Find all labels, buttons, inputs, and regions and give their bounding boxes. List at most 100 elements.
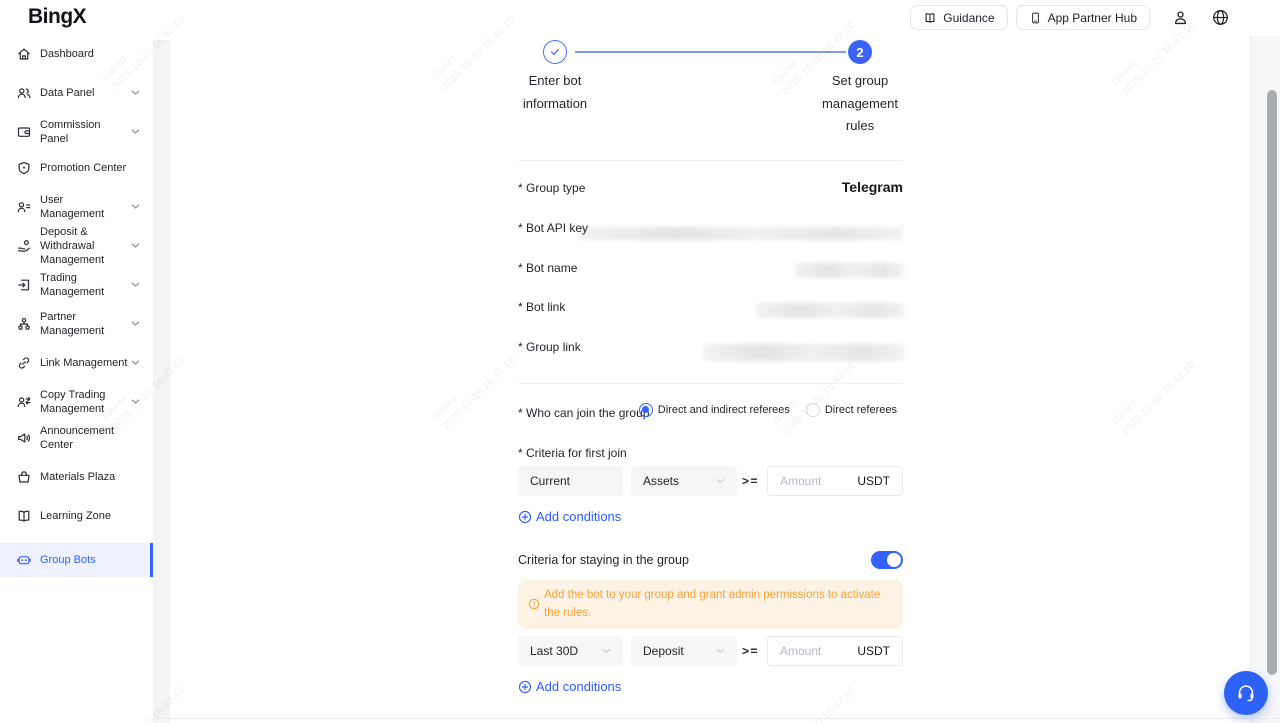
language-button[interactable] bbox=[1210, 8, 1230, 28]
sidebar-item-materials-plaza[interactable]: Materials Plaza bbox=[0, 469, 153, 485]
first-join-range-select[interactable]: Current bbox=[518, 466, 623, 496]
group-type-value: Telegram bbox=[842, 179, 903, 195]
staying-amount-input[interactable] bbox=[780, 644, 851, 658]
watermark: clairez2025-10-20 16:42:10 bbox=[430, 344, 519, 433]
staying-criteria-toggle[interactable] bbox=[871, 551, 903, 569]
sidebar-item-label: Data Panel bbox=[40, 86, 130, 100]
sidebar-item-learning-zone[interactable]: Learning Zone bbox=[0, 508, 153, 524]
active-indicator bbox=[150, 543, 153, 577]
sidebar-item-label: Commission Panel bbox=[40, 118, 130, 146]
group-link-redacted-value bbox=[703, 344, 904, 361]
staying-metric-select[interactable]: Deposit bbox=[631, 636, 737, 666]
sidebar: Dashboard Data Panel Commission Panel Pr… bbox=[0, 36, 153, 723]
account-button[interactable] bbox=[1170, 8, 1190, 28]
first-join-operator: >= bbox=[742, 474, 759, 488]
step-2-number: 2 bbox=[856, 45, 863, 60]
radio-direct-and-indirect-referees[interactable]: Direct and indirect referees bbox=[639, 403, 790, 417]
chevron-down-icon bbox=[131, 320, 140, 327]
sidebar-item-label: Announcement Center bbox=[40, 424, 130, 452]
wallet-icon bbox=[16, 124, 32, 140]
sidebar-item-commission-panel[interactable]: Commission Panel bbox=[0, 124, 153, 140]
guidance-button[interactable]: Guidance bbox=[910, 5, 1007, 30]
step-2-label: Set group management rules bbox=[812, 70, 908, 138]
headset-icon bbox=[1235, 682, 1257, 704]
sidebar-item-partner-management[interactable]: Partner Management bbox=[0, 309, 153, 339]
sidebar-item-label: Link Management bbox=[40, 356, 130, 370]
first-join-currency: USDT bbox=[857, 474, 890, 488]
chevron-down-icon bbox=[131, 359, 140, 366]
sidebar-item-announcement-center[interactable]: Announcement Center bbox=[0, 423, 153, 453]
home-icon bbox=[16, 46, 32, 62]
page-scrollbar-thumb[interactable] bbox=[1267, 90, 1277, 675]
first-join-add-conditions-button[interactable]: Add conditions bbox=[518, 509, 621, 524]
sidebar-item-group-bots[interactable]: Group Bots bbox=[0, 543, 153, 577]
sidebar-item-copy-trading-management[interactable]: Copy Trading Management bbox=[0, 387, 153, 417]
app-partner-hub-label: App Partner Hub bbox=[1048, 11, 1137, 25]
user-swap-icon bbox=[16, 394, 32, 410]
user-list-icon bbox=[16, 199, 32, 215]
range-select-value: Last 30D bbox=[530, 644, 578, 658]
plus-circle-icon bbox=[518, 680, 532, 694]
chevron-down-icon bbox=[131, 128, 140, 135]
sidebar-scroll-gutter[interactable] bbox=[153, 40, 170, 723]
stepper-connector bbox=[575, 51, 846, 53]
chevron-down-icon bbox=[716, 478, 725, 484]
watermark: clairez2025-10-20 16:42:10 bbox=[1110, 349, 1199, 438]
first-join-amount-box: USDT bbox=[767, 466, 903, 496]
staying-criteria-label: Criteria for staying in the group bbox=[518, 553, 689, 567]
radio-selected-icon[interactable] bbox=[639, 403, 653, 417]
megaphone-icon bbox=[16, 430, 32, 446]
sidebar-item-link-management[interactable]: Link Management bbox=[0, 355, 153, 371]
staying-warning-text: Add the bot to your group and grant admi… bbox=[544, 587, 895, 622]
step-2-indicator: 2 bbox=[848, 40, 872, 64]
chevron-down-icon bbox=[131, 398, 140, 405]
bot-link-redacted-value bbox=[756, 303, 904, 318]
shield-icon bbox=[16, 160, 32, 176]
metric-select-value: Assets bbox=[643, 474, 679, 488]
who-can-join-label: * Who can join the group bbox=[518, 406, 649, 420]
radio-label: Direct and indirect referees bbox=[658, 404, 790, 416]
sidebar-item-label: User Management bbox=[40, 193, 130, 221]
chevron-down-icon bbox=[131, 242, 140, 249]
bingx-logo: BingX bbox=[28, 5, 86, 29]
robot-icon bbox=[16, 552, 32, 568]
radio-unselected-icon[interactable] bbox=[806, 403, 820, 417]
sidebar-item-label: Promotion Center bbox=[40, 161, 130, 175]
add-conditions-label: Add conditions bbox=[536, 679, 621, 694]
group-type-label: * Group type bbox=[518, 181, 585, 195]
sidebar-item-dashboard[interactable]: Dashboard bbox=[0, 46, 153, 62]
sidebar-item-label: Group Bots bbox=[40, 553, 130, 567]
sidebar-item-deposit-withdrawal-management[interactable]: Deposit & Withdrawal Management bbox=[0, 224, 153, 268]
radio-label: Direct referees bbox=[825, 404, 897, 416]
sidebar-item-data-panel[interactable]: Data Panel bbox=[0, 85, 153, 101]
person-icon bbox=[1171, 8, 1190, 27]
first-join-amount-input[interactable] bbox=[780, 474, 851, 488]
staying-range-select[interactable]: Last 30D bbox=[518, 636, 623, 666]
range-select-value: Current bbox=[530, 474, 570, 488]
sidebar-item-label: Materials Plaza bbox=[40, 470, 130, 484]
radio-direct-referees[interactable]: Direct referees bbox=[806, 403, 897, 417]
plus-circle-icon bbox=[518, 510, 532, 524]
staying-add-conditions-button[interactable]: Add conditions bbox=[518, 679, 621, 694]
bot-name-label: * Bot name bbox=[518, 261, 577, 275]
step-1-label: Enter bot information bbox=[507, 70, 603, 115]
top-header: BingX Guidance App Partner Hub bbox=[0, 0, 1280, 36]
sidebar-item-user-management[interactable]: User Management bbox=[0, 199, 153, 215]
first-join-metric-select[interactable]: Assets bbox=[631, 466, 737, 496]
chevron-down-icon bbox=[716, 648, 725, 654]
sidebar-item-trading-management[interactable]: Trading Management bbox=[0, 270, 153, 300]
sidebar-item-promotion-center[interactable]: Promotion Center bbox=[0, 160, 153, 176]
staying-amount-box: USDT bbox=[767, 636, 903, 666]
support-fab-button[interactable] bbox=[1224, 671, 1268, 715]
page-scrollbar-track[interactable] bbox=[1250, 36, 1280, 723]
app-partner-hub-button[interactable]: App Partner Hub bbox=[1016, 5, 1150, 30]
metric-select-value: Deposit bbox=[643, 644, 684, 658]
users-icon bbox=[16, 85, 32, 101]
bot-api-key-redacted-value bbox=[578, 227, 903, 240]
who-can-join-options: Direct and indirect referees Direct refe… bbox=[639, 403, 897, 417]
guidance-label: Guidance bbox=[943, 11, 994, 25]
sidebar-item-label: Trading Management bbox=[40, 271, 130, 299]
guide-book-icon bbox=[923, 11, 937, 25]
phone-icon bbox=[1029, 11, 1042, 25]
group-link-label: * Group link bbox=[518, 340, 581, 354]
